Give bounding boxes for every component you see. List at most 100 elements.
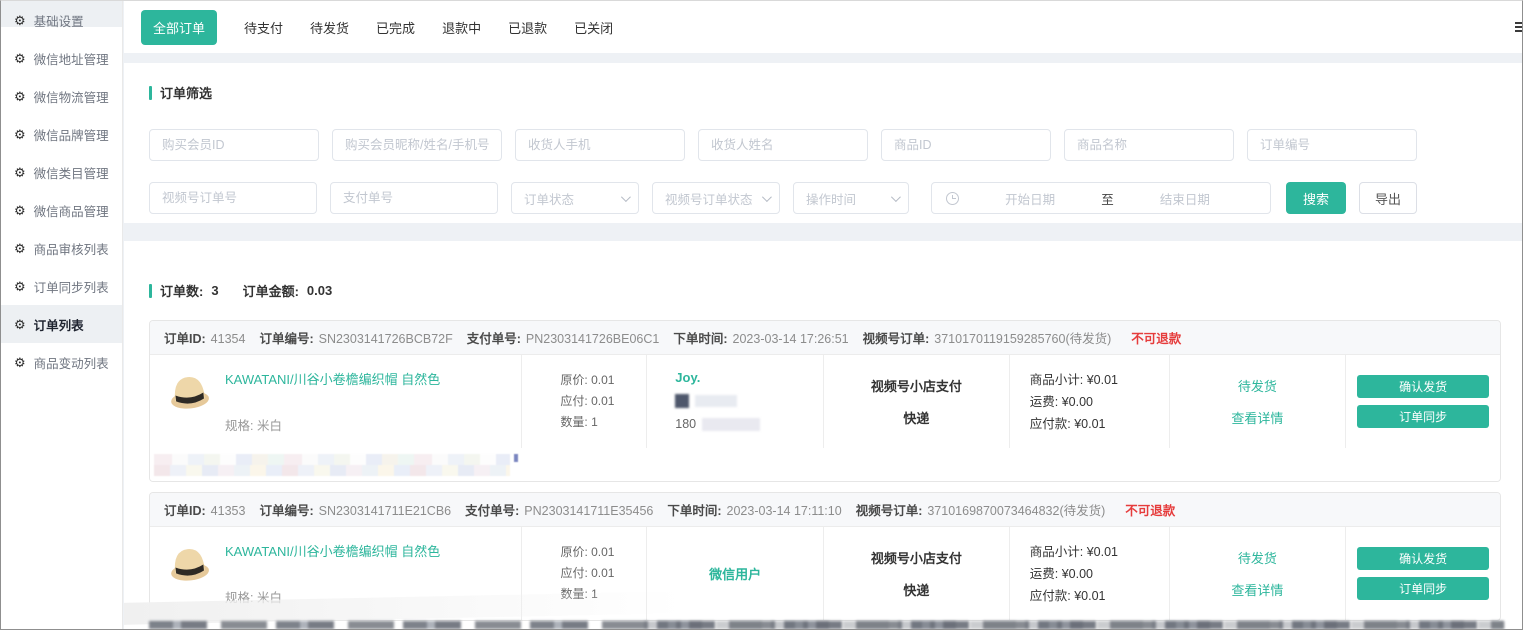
order-time-value: 2023-03-14 17:11:10 <box>727 504 842 518</box>
product-cell: KAWATANI/川谷小卷檐编织帽 自然色 规格: 米白 <box>150 355 521 448</box>
payment-sn-value: PN2303141726BE06C1 <box>526 332 659 346</box>
search-button[interactable]: 搜索 <box>1286 182 1346 214</box>
price-original: 原价: 0.01 <box>560 542 646 563</box>
gear-icon: ⚙ <box>14 52 26 65</box>
payment-sn-value: PN2303141711E35456 <box>524 504 653 518</box>
start-date-placeholder[interactable]: 开始日期 <box>959 189 1101 208</box>
order-status-tabs: 全部订单 待支付 待发货 已完成 退款中 已退款 已关闭 <box>124 1 1522 53</box>
gear-icon: ⚙ <box>14 128 26 141</box>
sidebar-item-label: 微信商品管理 <box>34 201 109 220</box>
tab-all-orders[interactable]: 全部订单 <box>141 10 217 45</box>
sidebar-item-label: 微信物流管理 <box>34 87 109 106</box>
product-name-link[interactable]: KAWATANI/川谷小卷檐编织帽 自然色 <box>225 541 440 560</box>
tab-pending-payment[interactable]: 待支付 <box>244 18 283 37</box>
order-sn-input[interactable] <box>1247 129 1417 161</box>
gear-icon: ⚙ <box>14 356 26 369</box>
export-button[interactable]: 导出 <box>1359 182 1417 214</box>
filter-title-text: 订单筛选 <box>160 83 212 102</box>
view-detail-link[interactable]: 查看详情 <box>1231 408 1283 427</box>
tab-closed[interactable]: 已关闭 <box>574 18 613 37</box>
product-name-input[interactable] <box>1064 129 1234 161</box>
actions-cell: 确认发货 订单同步 <box>1345 355 1500 448</box>
sidebar-item-product-review-list[interactable]: ⚙ 商品审核列表 <box>1 229 122 267</box>
price-quantity: 数量: 1 <box>560 412 646 433</box>
order-header: 订单ID:41353 订单编号:SN2303141711E21CB6 支付单号:… <box>150 493 1500 527</box>
sidebar-item-wechat-brand[interactable]: ⚙ 微信品牌管理 <box>1 115 122 153</box>
masked-block <box>695 395 737 407</box>
video-order-label: 视频号订单: <box>856 504 923 518</box>
order-status-select-label: 订单状态 <box>524 189 574 208</box>
sidebar-item-order-sync-list[interactable]: ⚙ 订单同步列表 <box>1 267 122 305</box>
video-order-status-select-label: 视频号订单状态 <box>665 189 753 208</box>
date-range-separator: 至 <box>1101 189 1114 208</box>
sidebar-item-product-change-list[interactable]: ⚙ 商品变动列表 <box>1 343 122 381</box>
tab-completed[interactable]: 已完成 <box>376 18 415 37</box>
sidebar-item-order-list[interactable]: ⚙ 订单列表 <box>1 305 122 343</box>
end-date-placeholder[interactable]: 结束日期 <box>1114 189 1256 208</box>
order-sync-button[interactable]: 订单同步 <box>1357 577 1489 600</box>
buyer-name-input[interactable] <box>332 129 502 161</box>
product-id-input[interactable] <box>881 129 1051 161</box>
price-original: 原价: 0.01 <box>560 370 646 391</box>
gear-icon: ⚙ <box>14 280 26 293</box>
masked-address-row <box>675 394 823 408</box>
chevron-down-icon <box>891 192 901 202</box>
product-image-hat <box>164 367 214 414</box>
non-refundable-badge: 不可退款 <box>1131 328 1181 347</box>
sidebar-item-wechat-product[interactable]: ⚙ 微信商品管理 <box>1 191 122 229</box>
order-sync-button[interactable]: 订单同步 <box>1357 405 1489 428</box>
sidebar-item-wechat-logistics[interactable]: ⚙ 微信物流管理 <box>1 77 122 115</box>
tab-refunded[interactable]: 已退款 <box>508 18 547 37</box>
sidebar-item-label: 订单列表 <box>34 315 84 334</box>
tab-pending-shipment[interactable]: 待发货 <box>310 18 349 37</box>
filter-row-1 <box>149 129 1522 161</box>
date-range-picker[interactable]: 开始日期 至 结束日期 <box>931 182 1271 214</box>
product-image-hat <box>164 539 214 586</box>
shipping-method: 快递 <box>903 408 929 427</box>
payment-sn-label: 支付单号: <box>467 332 521 346</box>
order-sn-value: SN2303141711E21CB6 <box>319 504 452 518</box>
order-status-select[interactable]: 订单状态 <box>511 182 639 214</box>
confirm-ship-button[interactable]: 确认发货 <box>1357 375 1489 398</box>
order-sn-label: 订单编号: <box>259 332 313 346</box>
confirm-ship-button[interactable]: 确认发货 <box>1357 547 1489 570</box>
totals-cell: 商品小计: ¥0.01 运费: ¥0.00 应付款: ¥0.01 <box>1009 355 1169 448</box>
masked-caret <box>514 454 518 462</box>
sidebar-item-wechat-address[interactable]: ⚙ 微信地址管理 <box>1 39 122 77</box>
payment-sn-label: 支付单号: <box>465 504 519 518</box>
product-name-link[interactable]: KAWATANI/川谷小卷檐编织帽 自然色 <box>225 369 440 388</box>
masked-address-mosaic <box>154 454 510 476</box>
buyer-id-input[interactable] <box>149 129 319 161</box>
tab-refunding[interactable]: 退款中 <box>442 18 481 37</box>
customer-name: Joy. <box>675 370 823 385</box>
hamburger-menu-icon[interactable] <box>1515 22 1522 32</box>
operate-time-select-label: 操作时间 <box>806 189 856 208</box>
payment-sn-input[interactable] <box>330 182 498 214</box>
video-order-status-select[interactable]: 视频号订单状态 <box>652 182 780 214</box>
order-count-label: 订单数: <box>160 281 203 300</box>
order-id-value: 41354 <box>211 332 246 346</box>
cut-off-next-order-row <box>644 621 1504 629</box>
order-amount-label: 订单金额: <box>243 281 299 300</box>
receiver-name-input[interactable] <box>698 129 868 161</box>
sidebar-item-label: 基础设置 <box>34 11 84 30</box>
receiver-phone-input[interactable] <box>515 129 685 161</box>
sidebar-item-wechat-category[interactable]: ⚙ 微信类目管理 <box>1 153 122 191</box>
status-badge: 待发货 <box>1238 376 1277 395</box>
payment-cell: 视频号小店支付 快递 <box>823 355 1009 448</box>
video-order-sn-input[interactable] <box>149 182 317 214</box>
product-info: KAWATANI/川谷小卷檐编织帽 自然色 规格: 米白 <box>225 369 440 448</box>
order-card: 订单ID:41354 订单编号:SN2303141726BCB72F 支付单号:… <box>149 320 1501 482</box>
phone-prefix: 180 <box>675 417 696 431</box>
price-cell: 原价: 0.01 应付: 0.01 数量: 1 <box>521 355 646 448</box>
sidebar-item-label: 微信品牌管理 <box>34 125 109 144</box>
view-detail-link[interactable]: 查看详情 <box>1231 580 1283 599</box>
amount-due-line: 应付款: ¥0.01 <box>1030 413 1169 435</box>
order-id-label: 订单ID: <box>164 332 206 346</box>
orders-summary: 订单数: 3 订单金额: 0.03 <box>149 281 1522 300</box>
masked-phone-row: 180 <box>675 417 823 431</box>
operate-time-select[interactable]: 操作时间 <box>793 182 909 214</box>
sidebar-item-basic-settings[interactable]: ⚙ 基础设置 <box>1 1 122 39</box>
title-accent-bar <box>149 86 152 100</box>
shipping-method: 快递 <box>903 580 929 599</box>
